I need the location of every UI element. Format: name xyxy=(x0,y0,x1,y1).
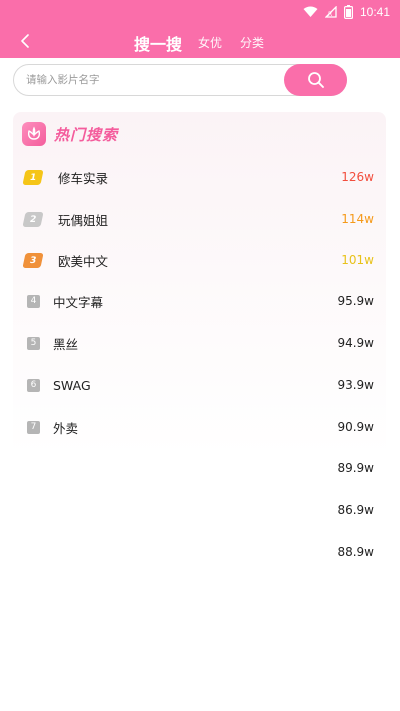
hot-item-name: 外卖 xyxy=(53,420,79,436)
flower-icon xyxy=(22,122,46,146)
hot-item-name: 玩偶姐姐 xyxy=(58,212,109,228)
hot-item[interactable]: 5 黑丝 94.9w xyxy=(24,332,374,354)
hot-search-header: 热门搜索 xyxy=(22,121,118,147)
hot-item[interactable]: 3 欧美中文 101w xyxy=(22,249,374,271)
hot-item-count: 90.9w xyxy=(337,420,374,434)
rank-badge: 6 xyxy=(27,378,40,392)
tab-search[interactable]: 搜一搜 xyxy=(134,31,182,55)
wifi-icon xyxy=(303,6,318,17)
hot-item[interactable]: 6 SWAG 93.9w xyxy=(24,374,374,396)
hot-item-count: 126w xyxy=(341,170,374,184)
hot-item-name: 黑丝 xyxy=(53,336,79,352)
hot-item-count: 101w xyxy=(341,253,374,267)
search-icon xyxy=(307,72,324,88)
rank-badge: 1 xyxy=(22,169,44,185)
rank-badge: 4 xyxy=(27,294,40,308)
hot-item-name: 欧美中文 xyxy=(58,253,109,269)
search-input[interactable] xyxy=(26,65,284,95)
tab-categories[interactable]: 分类 xyxy=(240,34,264,51)
hot-item[interactable]: 7 外卖 90.9w xyxy=(24,416,374,438)
hot-item-name: 修车实录 xyxy=(58,170,109,186)
hot-item-count: 88.9w xyxy=(337,545,374,559)
tab-actresses[interactable]: 女优 xyxy=(198,34,222,51)
svg-text:R: R xyxy=(328,11,332,18)
hot-search-title: 热门搜索 xyxy=(54,125,119,144)
signal-icon: R xyxy=(324,6,337,18)
hot-item-count: 95.9w xyxy=(337,294,374,308)
hot-item[interactable]: 1 修车实录 126w xyxy=(22,166,374,188)
hot-item[interactable]: 4 中文字幕 95.9w xyxy=(24,290,374,312)
battery-icon xyxy=(343,5,353,19)
hot-item-count: 89.9w xyxy=(337,461,374,475)
header-tabs: 搜一搜 女优 分类 xyxy=(0,30,400,54)
hot-item-name: 中文字幕 xyxy=(53,294,104,310)
rank-badge: 3 xyxy=(22,252,44,268)
rank-badge: 7 xyxy=(27,420,40,434)
hot-item[interactable]: 2 玩偶姐姐 114w xyxy=(22,208,374,230)
status-bar: R 10:41 xyxy=(303,3,390,21)
hot-item-count: 114w xyxy=(341,212,374,226)
app-header: R 10:41 搜一搜 女优 分类 xyxy=(0,0,400,58)
hot-item-count: 94.9w xyxy=(337,336,374,350)
search-bar xyxy=(13,64,347,96)
hot-item-count: 93.9w xyxy=(337,378,374,392)
status-time: 10:41 xyxy=(359,5,390,19)
hot-item-name: SWAG xyxy=(53,377,91,393)
rank-badge: 2 xyxy=(22,211,44,227)
search-button[interactable] xyxy=(284,64,347,96)
rank-badge: 5 xyxy=(27,336,40,350)
hot-item-count: 86.9w xyxy=(337,503,374,517)
